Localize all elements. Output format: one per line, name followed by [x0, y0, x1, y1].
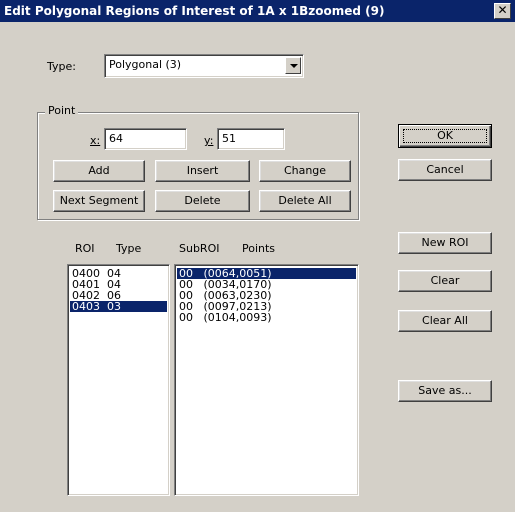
focus-rect [403, 129, 487, 143]
type-label: Type: [47, 60, 76, 73]
point-group-title: Point [45, 104, 79, 117]
title-bar[interactable]: Edit Polygonal Regions of Interest of 1A… [0, 0, 515, 22]
x-input-value: 64 [109, 132, 123, 145]
new-roi-button[interactable]: New ROI [398, 232, 492, 254]
y-label: y: [204, 134, 214, 147]
x-label: x: [90, 134, 101, 147]
type-select-value: Polygonal (3) [109, 58, 182, 71]
chevron-down-icon[interactable] [285, 57, 301, 74]
close-icon[interactable]: ✕ [494, 3, 511, 19]
type-select[interactable]: Polygonal (3) [104, 54, 304, 78]
type-column-header: Type [116, 242, 142, 255]
cancel-button[interactable]: Cancel [398, 159, 492, 181]
clear-all-button[interactable]: Clear All [398, 310, 492, 332]
ok-button[interactable]: OK [398, 124, 492, 148]
y-input-value: 51 [222, 132, 236, 145]
points-column-header: Points [242, 242, 276, 255]
points-listbox[interactable]: 00 (0064,0051) 00 (0034,0170) 00 (0063,023… [174, 264, 359, 496]
save-as-button[interactable]: Save as... [398, 380, 492, 402]
delete-all-button[interactable]: Delete All [259, 190, 351, 212]
x-input[interactable]: 64 [104, 128, 187, 150]
roi-column-header: ROI [75, 242, 95, 255]
delete-button[interactable]: Delete [155, 190, 250, 212]
roi-listbox[interactable]: 0400 04 0401 04 0402 06 0403 03 [67, 264, 170, 496]
window-title: Edit Polygonal Regions of Interest of 1A… [4, 4, 385, 18]
y-input[interactable]: 51 [217, 128, 285, 150]
clear-button[interactable]: Clear [398, 270, 492, 292]
list-item[interactable]: 00 (0104,0093) [177, 312, 356, 323]
subroi-column-header: SubROI [179, 242, 220, 255]
change-button[interactable]: Change [259, 160, 351, 182]
next-segment-button[interactable]: Next Segment [53, 190, 145, 212]
list-item[interactable]: 0403 03 [70, 301, 167, 312]
insert-button[interactable]: Insert [155, 160, 250, 182]
add-button[interactable]: Add [53, 160, 145, 182]
dialog-window: Edit Polygonal Regions of Interest of 1A… [0, 0, 515, 512]
